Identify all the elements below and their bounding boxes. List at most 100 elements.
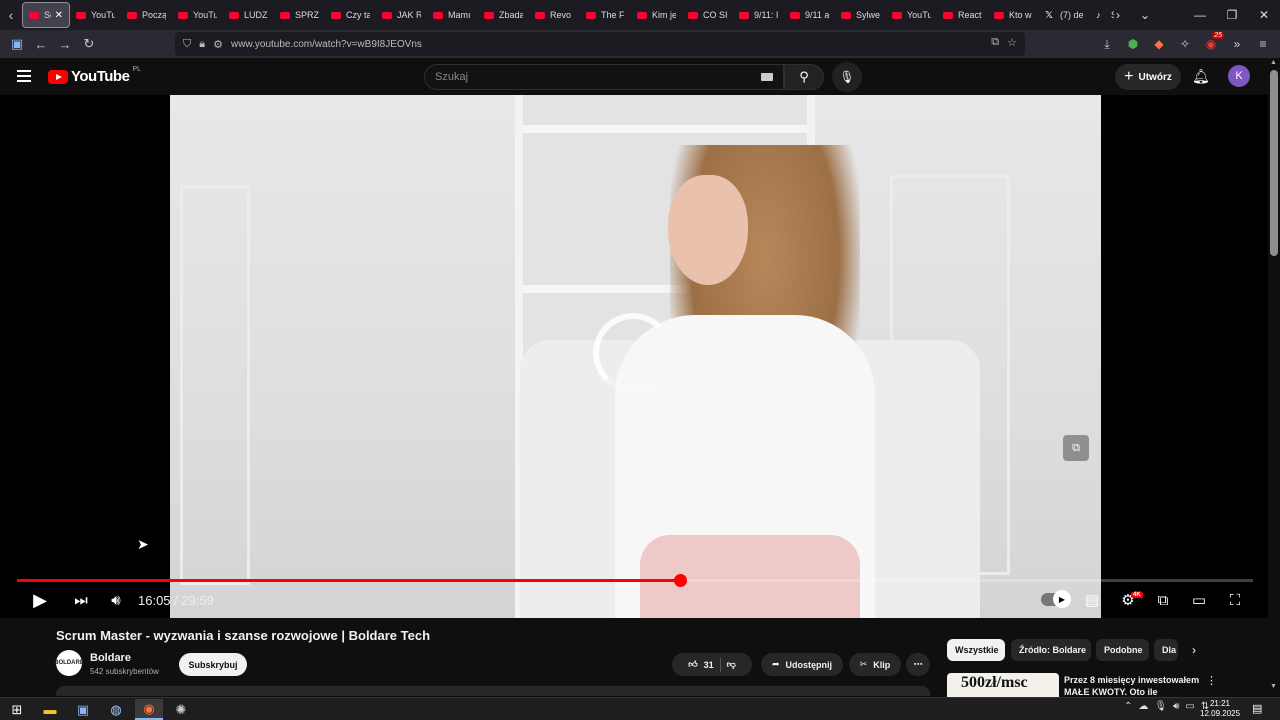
search-button[interactable]: ⚲ — [784, 64, 824, 90]
subtitles-button[interactable]: ▤ — [1082, 590, 1102, 610]
browser-tab[interactable]: Kto w — [988, 2, 1039, 28]
url-bar[interactable]: ⛉ 🔒︎ ⚙ www.youtube.com/watch?v=wB9I8JEOV… — [175, 32, 1025, 56]
browser-tab[interactable]: Począ — [121, 2, 172, 28]
notifications-icon[interactable]: ▤ — [1252, 702, 1262, 715]
forward-icon[interactable]: → — [53, 32, 77, 56]
browser-tab[interactable]: Kim je — [631, 2, 682, 28]
back-icon[interactable]: ← — [29, 32, 53, 56]
scroll-up-icon[interactable]: ▲ — [1270, 59, 1277, 66]
browser-tab[interactable]: Sylwe — [835, 2, 886, 28]
video-frame[interactable]: ⧉ — [170, 95, 1101, 618]
chip-related[interactable]: Podobne — [1096, 639, 1149, 661]
chip-for-you[interactable]: Dla — [1154, 639, 1178, 661]
browser-tab[interactable]: JAK R — [376, 2, 427, 28]
mute-button[interactable]: 🔊︎ — [106, 590, 126, 610]
vpn-extension-icon[interactable]: ⬢ — [1124, 32, 1142, 56]
browser-tab[interactable]: CO SI — [682, 2, 733, 28]
browser-tab[interactable]: Mamı — [427, 2, 478, 28]
app-button[interactable]: ▣ — [69, 699, 97, 720]
browser-tab[interactable]: Scr ✕ — [22, 2, 70, 28]
shield-icon[interactable]: ⛉ — [183, 38, 191, 51]
browser-tab[interactable]: 𝕏 (7) de — [1039, 2, 1090, 28]
tab-scroll-left-icon[interactable]: ‹ — [0, 0, 22, 30]
progress-bar[interactable] — [17, 574, 1253, 587]
picture-in-picture-icon[interactable]: ⧉ — [991, 36, 999, 49]
start-button[interactable]: ⊞ — [3, 699, 31, 720]
app-button-2[interactable]: ✺ — [167, 699, 195, 720]
scrollbar-thumb[interactable] — [1270, 70, 1278, 256]
guide-menu-icon[interactable] — [17, 70, 31, 85]
recommendation-thumbnail[interactable]: 500zł/msc — [947, 673, 1059, 697]
browser-tab[interactable]: SPRZA — [274, 2, 325, 28]
lock-icon[interactable]: 🔒︎ — [199, 38, 205, 51]
tray-volume-icon[interactable]: 🔊︎ — [1173, 701, 1179, 712]
tray-display-icon[interactable]: ▭ — [1185, 701, 1194, 712]
sidebar-toggle-icon[interactable]: ▣ — [5, 32, 29, 56]
youtube-logo[interactable]: YouTube PL — [48, 66, 141, 85]
browser-tab[interactable]: Zbada — [478, 2, 529, 28]
onedrive-icon[interactable]: ☁ — [1138, 701, 1148, 712]
firefox-button[interactable]: ◉ — [135, 699, 163, 720]
extension-fox-icon[interactable]: ◆ — [1150, 32, 1168, 56]
miniplayer-button[interactable]: ⧉ — [1153, 590, 1173, 610]
share-button[interactable]: ➦ Udostępnij — [761, 653, 843, 676]
minimize-icon[interactable]: — — [1184, 8, 1216, 22]
chip-all[interactable]: Wszystkie — [947, 639, 1005, 661]
fullscreen-button[interactable]: ⛶ — [1225, 590, 1245, 610]
search-input[interactable] — [435, 71, 735, 83]
taskbar-clock[interactable]: 21:21 12.09.2025 — [1200, 699, 1240, 719]
browser-tab[interactable]: YouTu — [886, 2, 937, 28]
menu-icon[interactable]: ≡ — [1254, 32, 1272, 56]
create-button[interactable]: + Utwórz — [1115, 64, 1181, 90]
search-box[interactable] — [424, 64, 784, 90]
extensions-icon[interactable]: ✧ — [1176, 32, 1194, 56]
next-button[interactable]: ⏭ — [71, 590, 91, 610]
browser-tab[interactable]: The Fi — [580, 2, 631, 28]
reload-icon[interactable]: ↻ — [77, 32, 101, 56]
browser-tab[interactable]: 9/11: I — [733, 2, 784, 28]
scrubber-knob[interactable] — [673, 574, 687, 587]
browser-tab[interactable]: Czy ta — [325, 2, 376, 28]
tab-scroll-right-icon[interactable]: › — [1116, 8, 1120, 22]
dislike-button[interactable]: 👎︎ — [727, 659, 736, 670]
cards-teaser-icon[interactable]: ⧉ — [1063, 435, 1089, 461]
browser-tab[interactable]: LUDZI — [223, 2, 274, 28]
subscribe-button[interactable]: Subskrybuj — [179, 653, 247, 676]
permissions-icon[interactable]: ⚙ — [213, 38, 223, 51]
play-button[interactable]: ▶ — [30, 590, 50, 610]
notifications-bell-icon[interactable]: 🔔︎ — [1192, 68, 1210, 85]
autoplay-toggle[interactable] — [1041, 590, 1071, 608]
video-player[interactable]: ⧉ ➤ ▶ ⏭ 🔊︎ 16:05 / 29:59 ▤ ⚙ 4K ⧉ ▭ ⛶ — [0, 95, 1268, 618]
recommendation-more-icon[interactable]: ⋮ — [1206, 674, 1217, 687]
restore-icon[interactable]: ❐ — [1216, 8, 1248, 22]
chips-next-icon[interactable]: › — [1192, 643, 1196, 657]
channel-name[interactable]: Boldare — [90, 652, 131, 664]
voice-search-button[interactable]: 🎙︎ — [832, 62, 862, 92]
browser-tab[interactable]: React — [937, 2, 988, 28]
browser-tab[interactable]: ♪ Sp — [1090, 2, 1114, 28]
more-actions-button[interactable]: ⋯ — [906, 653, 930, 676]
tray-mic-icon[interactable]: 🎙︎ — [1154, 701, 1167, 712]
steam-button[interactable]: ◍ — [102, 699, 130, 720]
browser-tab[interactable]: 9/11 a — [784, 2, 835, 28]
close-window-icon[interactable]: ✕ — [1248, 8, 1280, 22]
browser-tab[interactable]: Revo — [529, 2, 580, 28]
recommendation-title[interactable]: Przez 8 miesięcy inwestowałem MAŁE KWOTY… — [1064, 674, 1204, 696]
tray-expand-icon[interactable]: ⌃ — [1124, 701, 1132, 712]
clip-button[interactable]: ✂ Klip — [849, 653, 901, 676]
close-tab-icon[interactable]: ✕ — [55, 10, 63, 21]
chip-source[interactable]: Źródło: Boldare — [1011, 639, 1091, 661]
url-text[interactable]: www.youtube.com/watch?v=wB9I8JEOVns — [231, 39, 422, 50]
browser-tab[interactable]: YouTu — [70, 2, 121, 28]
browser-tab[interactable]: YouTu — [172, 2, 223, 28]
bookmark-star-icon[interactable]: ☆ — [1007, 36, 1017, 49]
keyboard-icon[interactable] — [761, 73, 773, 81]
channel-avatar[interactable]: BOLDARE — [54, 650, 84, 676]
like-button[interactable]: 👍︎ 31 — [688, 659, 713, 670]
theater-mode-button[interactable]: ▭ — [1189, 590, 1209, 610]
list-all-tabs-icon[interactable]: ⌄ — [1140, 8, 1150, 22]
overflow-icon[interactable]: » — [1228, 32, 1246, 56]
downloads-icon[interactable]: ⤓ — [1098, 32, 1116, 56]
account-avatar[interactable]: K — [1228, 65, 1250, 87]
description-box[interactable] — [56, 686, 930, 696]
